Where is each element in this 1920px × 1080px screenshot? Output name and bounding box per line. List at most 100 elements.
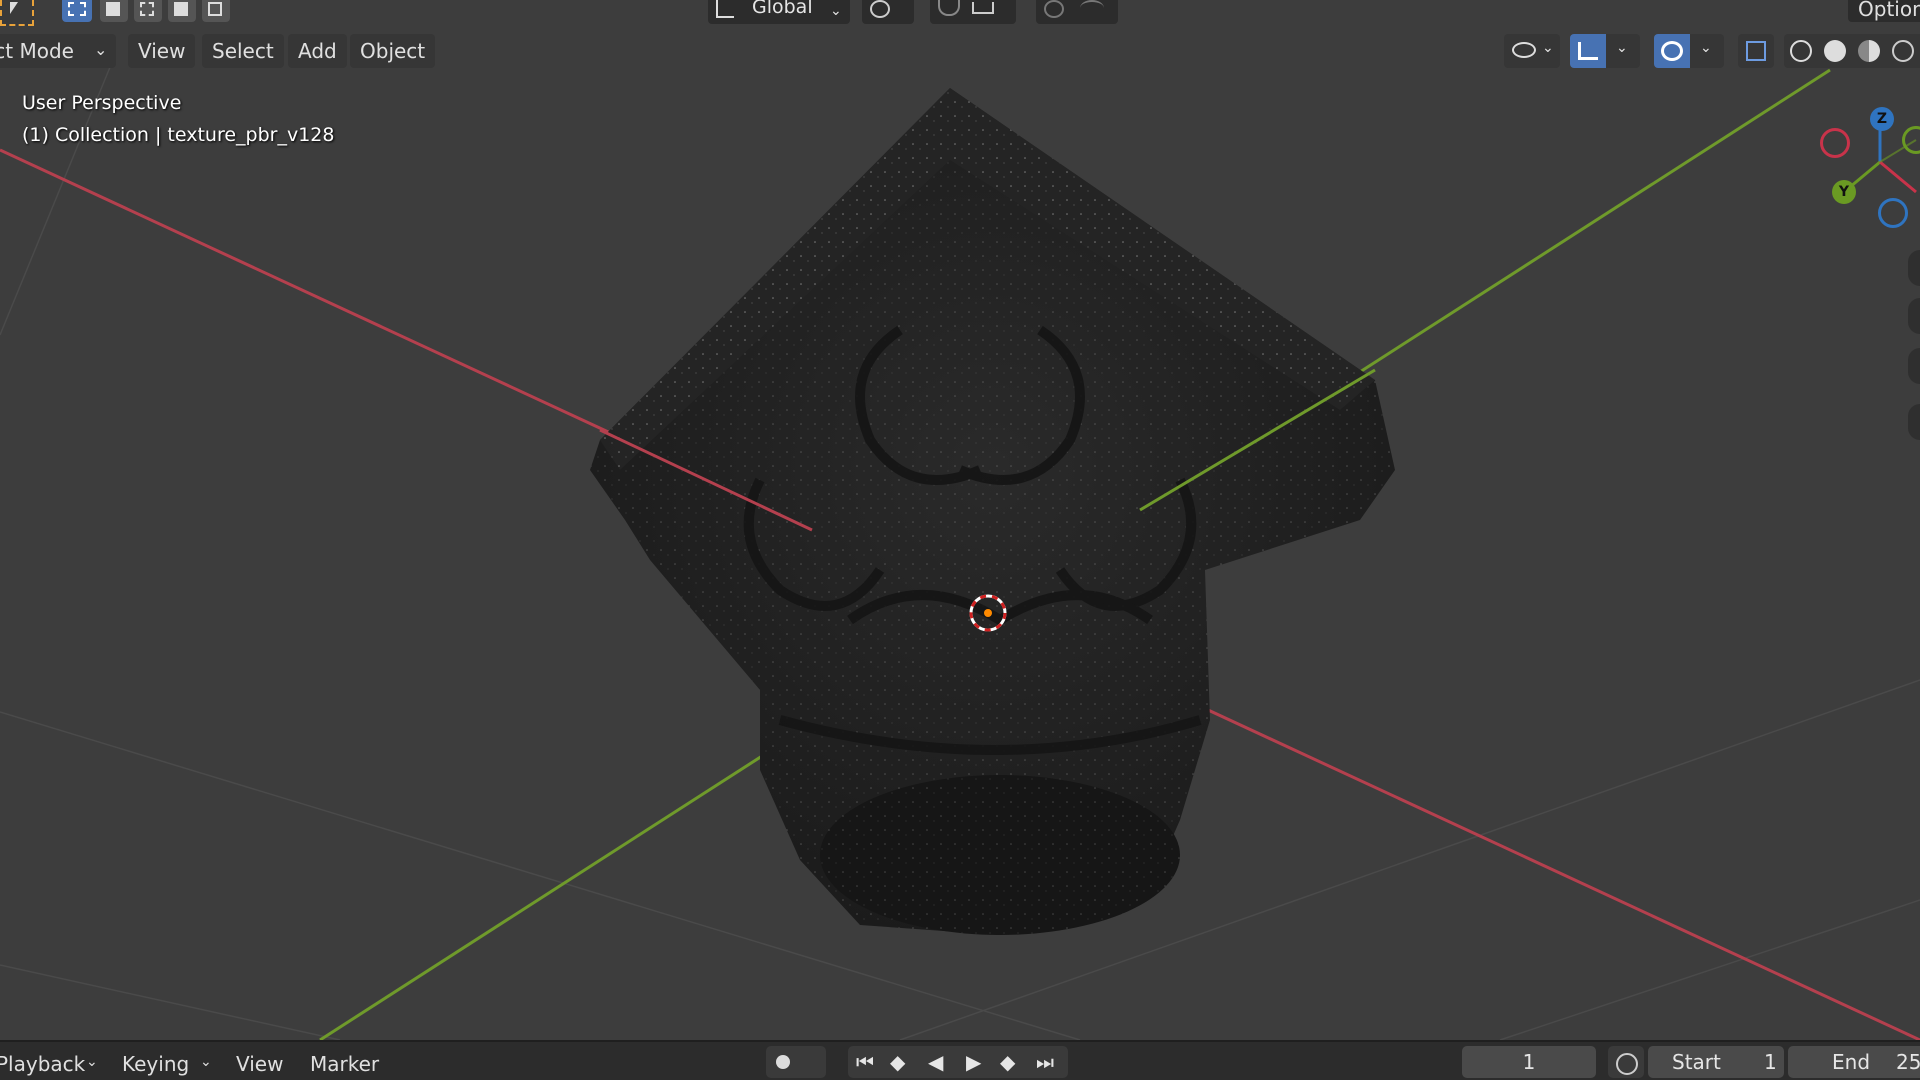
select-box-intersect-button[interactable] xyxy=(202,0,230,22)
menu-add-label: Add xyxy=(298,39,337,63)
shading-solid[interactable] xyxy=(1818,34,1852,68)
menu-add[interactable]: Add xyxy=(288,34,347,68)
mode-label: Object Mode xyxy=(0,39,74,63)
gizmo-dropdown[interactable]: ⌄ xyxy=(1606,34,1640,68)
select-box-invert-button[interactable] xyxy=(168,0,196,22)
shading-wireframe[interactable] xyxy=(1784,34,1818,68)
end-frame-label: End xyxy=(1832,1050,1871,1074)
current-frame-field[interactable]: 1 xyxy=(1462,1046,1596,1078)
select-subtract-icon xyxy=(140,2,154,16)
falloff-curve-icon xyxy=(1080,0,1104,16)
start-frame-field[interactable]: Start 1 xyxy=(1648,1046,1784,1078)
snap-icon xyxy=(938,0,960,16)
playback-menu[interactable]: Playback ⌄ xyxy=(0,1050,104,1078)
transform-orientation-label: Global xyxy=(752,0,813,18)
timeline-view-menu[interactable]: View xyxy=(236,1050,283,1078)
auto-keying-toggle[interactable] xyxy=(766,1046,826,1078)
select-tool-button[interactable] xyxy=(0,0,34,26)
solid-icon xyxy=(1824,40,1846,62)
ortho-toggle-button[interactable] xyxy=(1908,404,1920,440)
timeline-header: Playback ⌄ Keying ⌄ View Marker ⏮ ◆ ◀ ▶ … xyxy=(0,1040,1920,1080)
gizmo-y-label: Y xyxy=(1838,184,1850,200)
xray-icon xyxy=(1746,41,1766,61)
collection-label: (1) Collection | texture_pbr_v128 xyxy=(22,124,335,146)
start-frame-value: 1 xyxy=(1764,1050,1777,1074)
gizmo-icon xyxy=(1578,42,1598,60)
perspective-label: User Perspective xyxy=(22,92,182,114)
chevron-down-icon: ⌄ xyxy=(1542,40,1554,56)
record-icon xyxy=(776,1055,790,1069)
navigation-gizmo[interactable]: Z Y xyxy=(1810,100,1920,230)
cursor-arrow-icon xyxy=(10,2,18,14)
gizmo-z-axis[interactable]: Z xyxy=(1870,107,1894,131)
overlay-icon xyxy=(1661,41,1683,61)
options-label: Options xyxy=(1858,0,1920,21)
start-frame-label: Start xyxy=(1672,1050,1721,1074)
play-reverse-icon[interactable]: ◀ xyxy=(928,1046,943,1078)
use-preview-range-toggle[interactable] xyxy=(1608,1046,1644,1078)
pivot-icon xyxy=(870,0,890,18)
menu-object-label: Object xyxy=(360,39,426,63)
select-box-extend-button[interactable] xyxy=(100,0,128,22)
end-frame-value: 250 xyxy=(1896,1050,1920,1074)
gizmo-y-axis[interactable]: Y xyxy=(1832,180,1856,204)
gizmo-toggle[interactable] xyxy=(1570,34,1606,68)
chevron-down-icon: ⌄ xyxy=(1616,40,1628,56)
marker-label: Marker xyxy=(310,1052,380,1076)
view-pan-button[interactable] xyxy=(1908,298,1920,334)
material-icon xyxy=(1858,40,1880,62)
visibility-dropdown[interactable]: ⌄ xyxy=(1504,34,1560,68)
playback-controls: ⏮ ◆ ◀ ▶ ◆ ⏭ xyxy=(848,1046,1068,1078)
play-icon[interactable]: ▶ xyxy=(966,1046,981,1078)
keying-label: Keying xyxy=(122,1052,190,1076)
marker-menu[interactable]: Marker xyxy=(310,1050,379,1078)
keying-menu[interactable]: Keying ⌄ xyxy=(122,1050,218,1078)
view-zoom-button[interactable] xyxy=(1908,250,1920,286)
chevron-down-icon: ⌄ xyxy=(1700,40,1712,56)
select-extend-icon xyxy=(106,2,120,16)
timeline-view-label: View xyxy=(236,1052,284,1076)
gizmo-z-label: Z xyxy=(1876,111,1888,127)
viewport-scene xyxy=(0,54,1920,1042)
options-dropdown[interactable]: Options xyxy=(1848,0,1920,22)
next-keyframe-icon[interactable]: ◆ xyxy=(1000,1046,1015,1078)
gizmo-neg-z-axis[interactable] xyxy=(1878,198,1908,228)
select-box-new-button[interactable] xyxy=(62,0,92,22)
snap-toggle[interactable] xyxy=(930,0,1016,24)
select-intersect-icon xyxy=(208,2,222,16)
rendered-icon xyxy=(1892,40,1914,62)
snap-increment-icon xyxy=(972,2,994,14)
jump-end-icon[interactable]: ⏭ xyxy=(1036,1046,1054,1078)
proportional-edit-icon xyxy=(1044,0,1064,18)
gizmo-neg-x-axis[interactable] xyxy=(1820,128,1850,158)
select-box-icon xyxy=(68,2,86,16)
chevron-down-icon: ⌄ xyxy=(86,1054,98,1070)
prev-keyframe-icon[interactable]: ◆ xyxy=(890,1046,905,1078)
mode-dropdown[interactable]: Object Mode ⌄ xyxy=(0,34,116,68)
jump-start-icon[interactable]: ⏮ xyxy=(856,1046,874,1078)
capital-mesh xyxy=(590,88,1395,935)
select-box-subtract-button[interactable] xyxy=(134,0,162,22)
menu-select-label: Select xyxy=(212,39,274,63)
shading-rendered[interactable] xyxy=(1886,34,1920,68)
overlay-dropdown[interactable]: ⌄ xyxy=(1690,34,1724,68)
chevron-down-icon: ⌄ xyxy=(200,1054,212,1070)
proportional-edit-toggle[interactable] xyxy=(1036,0,1118,24)
chevron-down-icon: ⌄ xyxy=(94,40,108,59)
overlay-toggle[interactable] xyxy=(1654,34,1690,68)
visibility-icon xyxy=(1512,42,1536,58)
current-frame-value: 1 xyxy=(1522,1050,1536,1074)
3d-viewport[interactable] xyxy=(0,0,1920,1042)
transform-orientation-dropdown[interactable]: Global ⌄ xyxy=(708,0,850,24)
menu-object[interactable]: Object xyxy=(350,34,436,68)
xray-toggle[interactable] xyxy=(1738,34,1774,68)
playback-label: Playback xyxy=(0,1052,86,1076)
menu-view[interactable]: View xyxy=(128,34,196,68)
end-frame-field[interactable]: End 250 xyxy=(1788,1046,1920,1078)
shading-material[interactable] xyxy=(1852,34,1886,68)
stopwatch-icon xyxy=(1616,1053,1638,1075)
pivot-point-dropdown[interactable] xyxy=(862,0,914,24)
transform-orientation-icon xyxy=(716,0,734,18)
menu-select[interactable]: Select xyxy=(202,34,284,68)
camera-view-button[interactable] xyxy=(1908,348,1920,384)
